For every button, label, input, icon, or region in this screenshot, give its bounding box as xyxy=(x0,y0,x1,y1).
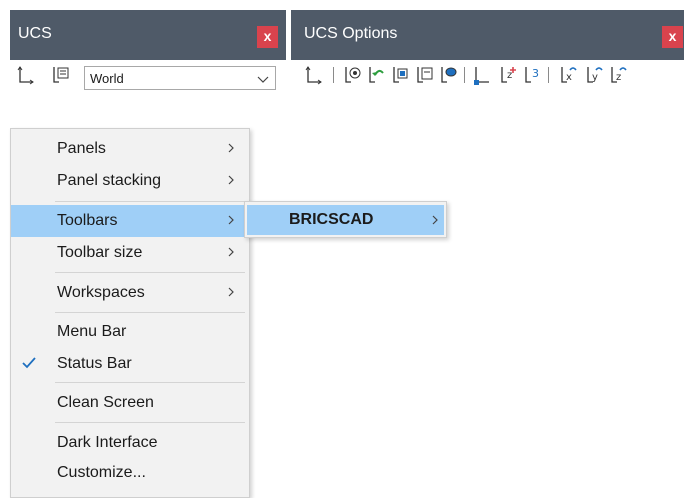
toolbars-submenu: BRICSCAD xyxy=(244,201,447,238)
ucs-zaxis-icon[interactable]: z xyxy=(498,63,518,87)
menu-separator xyxy=(55,201,245,202)
ucs-object-icon[interactable] xyxy=(438,63,458,87)
menu-item-label: Status Bar xyxy=(57,355,132,372)
menu-item-status-bar[interactable]: Status Bar xyxy=(11,348,249,380)
ucs-options-panel-title: UCS Options xyxy=(304,25,398,42)
menu-item-label: Customize... xyxy=(57,464,146,481)
ucs-select-value: World xyxy=(90,71,124,86)
svg-text:y: y xyxy=(592,72,598,83)
toolbar-separator xyxy=(548,67,549,83)
ucs-icon[interactable] xyxy=(304,63,324,87)
ucs-face-icon[interactable] xyxy=(390,63,410,87)
menu-item-dark-interface[interactable]: Dark Interface xyxy=(11,427,249,459)
menu-item-customize[interactable]: Customize... xyxy=(11,457,249,489)
checkmark-icon xyxy=(22,357,36,369)
toolbar-separator xyxy=(464,67,465,83)
svg-text:z: z xyxy=(616,72,621,83)
ucs-3point-icon[interactable]: 3 xyxy=(522,63,542,87)
ucs-panel-title: UCS xyxy=(18,25,52,42)
ucs-panel-header[interactable]: UCS x xyxy=(10,10,286,60)
menu-item-label: Workspaces xyxy=(57,284,145,301)
chevron-right-icon xyxy=(228,175,234,185)
ucs-options-panel-header[interactable]: UCS Options x xyxy=(291,10,684,60)
menu-separator xyxy=(55,422,245,423)
svg-text:x: x xyxy=(566,72,572,83)
chevron-right-icon xyxy=(228,247,234,257)
menu-item-toolbars[interactable]: Toolbars xyxy=(11,205,249,237)
chevron-down-icon xyxy=(257,76,269,83)
menu-item-clean-screen[interactable]: Clean Screen xyxy=(11,387,249,419)
submenu-item-label: BRICSCAD xyxy=(289,211,374,228)
menu-item-menu-bar[interactable]: Menu Bar xyxy=(11,316,249,348)
ucs-select[interactable]: World xyxy=(84,66,276,90)
menu-item-label: Toolbar size xyxy=(57,244,143,261)
named-ucs-icon[interactable] xyxy=(342,63,362,87)
context-menu: Panels Panel stacking Toolbars Toolbar s… xyxy=(10,128,250,498)
svg-text:z: z xyxy=(507,70,512,81)
menu-separator xyxy=(55,272,245,273)
svg-text:3: 3 xyxy=(532,67,539,80)
menu-item-panels[interactable]: Panels xyxy=(11,133,249,165)
ucs-options-toolbar: z 3 x y z xyxy=(302,63,684,89)
menu-item-label: Toolbars xyxy=(57,212,118,229)
ucs-z-rotate-icon[interactable]: z xyxy=(608,63,628,87)
named-ucs-icon[interactable] xyxy=(50,63,70,87)
ucs-origin-icon[interactable] xyxy=(472,63,492,87)
menu-item-label: Panel stacking xyxy=(57,172,162,189)
ucs-panel-close-button[interactable]: x xyxy=(257,26,278,48)
ucs-view-icon[interactable] xyxy=(414,63,434,87)
chevron-right-icon xyxy=(228,215,234,225)
chevron-right-icon xyxy=(432,215,438,225)
menu-item-label: Clean Screen xyxy=(57,394,154,411)
ucs-y-rotate-icon[interactable]: y xyxy=(584,63,604,87)
menu-item-label: Panels xyxy=(57,140,106,157)
chevron-right-icon xyxy=(228,143,234,153)
menu-item-label: Dark Interface xyxy=(57,434,158,451)
menu-item-toolbar-size[interactable]: Toolbar size xyxy=(11,237,249,269)
ucs-x-rotate-icon[interactable]: x xyxy=(558,63,578,87)
chevron-right-icon xyxy=(228,287,234,297)
ucs-options-close-button[interactable]: x xyxy=(662,26,683,48)
submenu-item-bricscad[interactable]: BRICSCAD xyxy=(247,205,444,235)
ucs-previous-icon[interactable] xyxy=(366,63,386,87)
menu-item-label: Menu Bar xyxy=(57,323,127,340)
menu-item-panel-stacking[interactable]: Panel stacking xyxy=(11,165,249,197)
menu-item-workspaces[interactable]: Workspaces xyxy=(11,277,249,309)
menu-separator xyxy=(55,382,245,383)
menu-separator xyxy=(55,312,245,313)
toolbar-separator xyxy=(333,67,334,83)
ucs-icon[interactable] xyxy=(16,63,36,87)
